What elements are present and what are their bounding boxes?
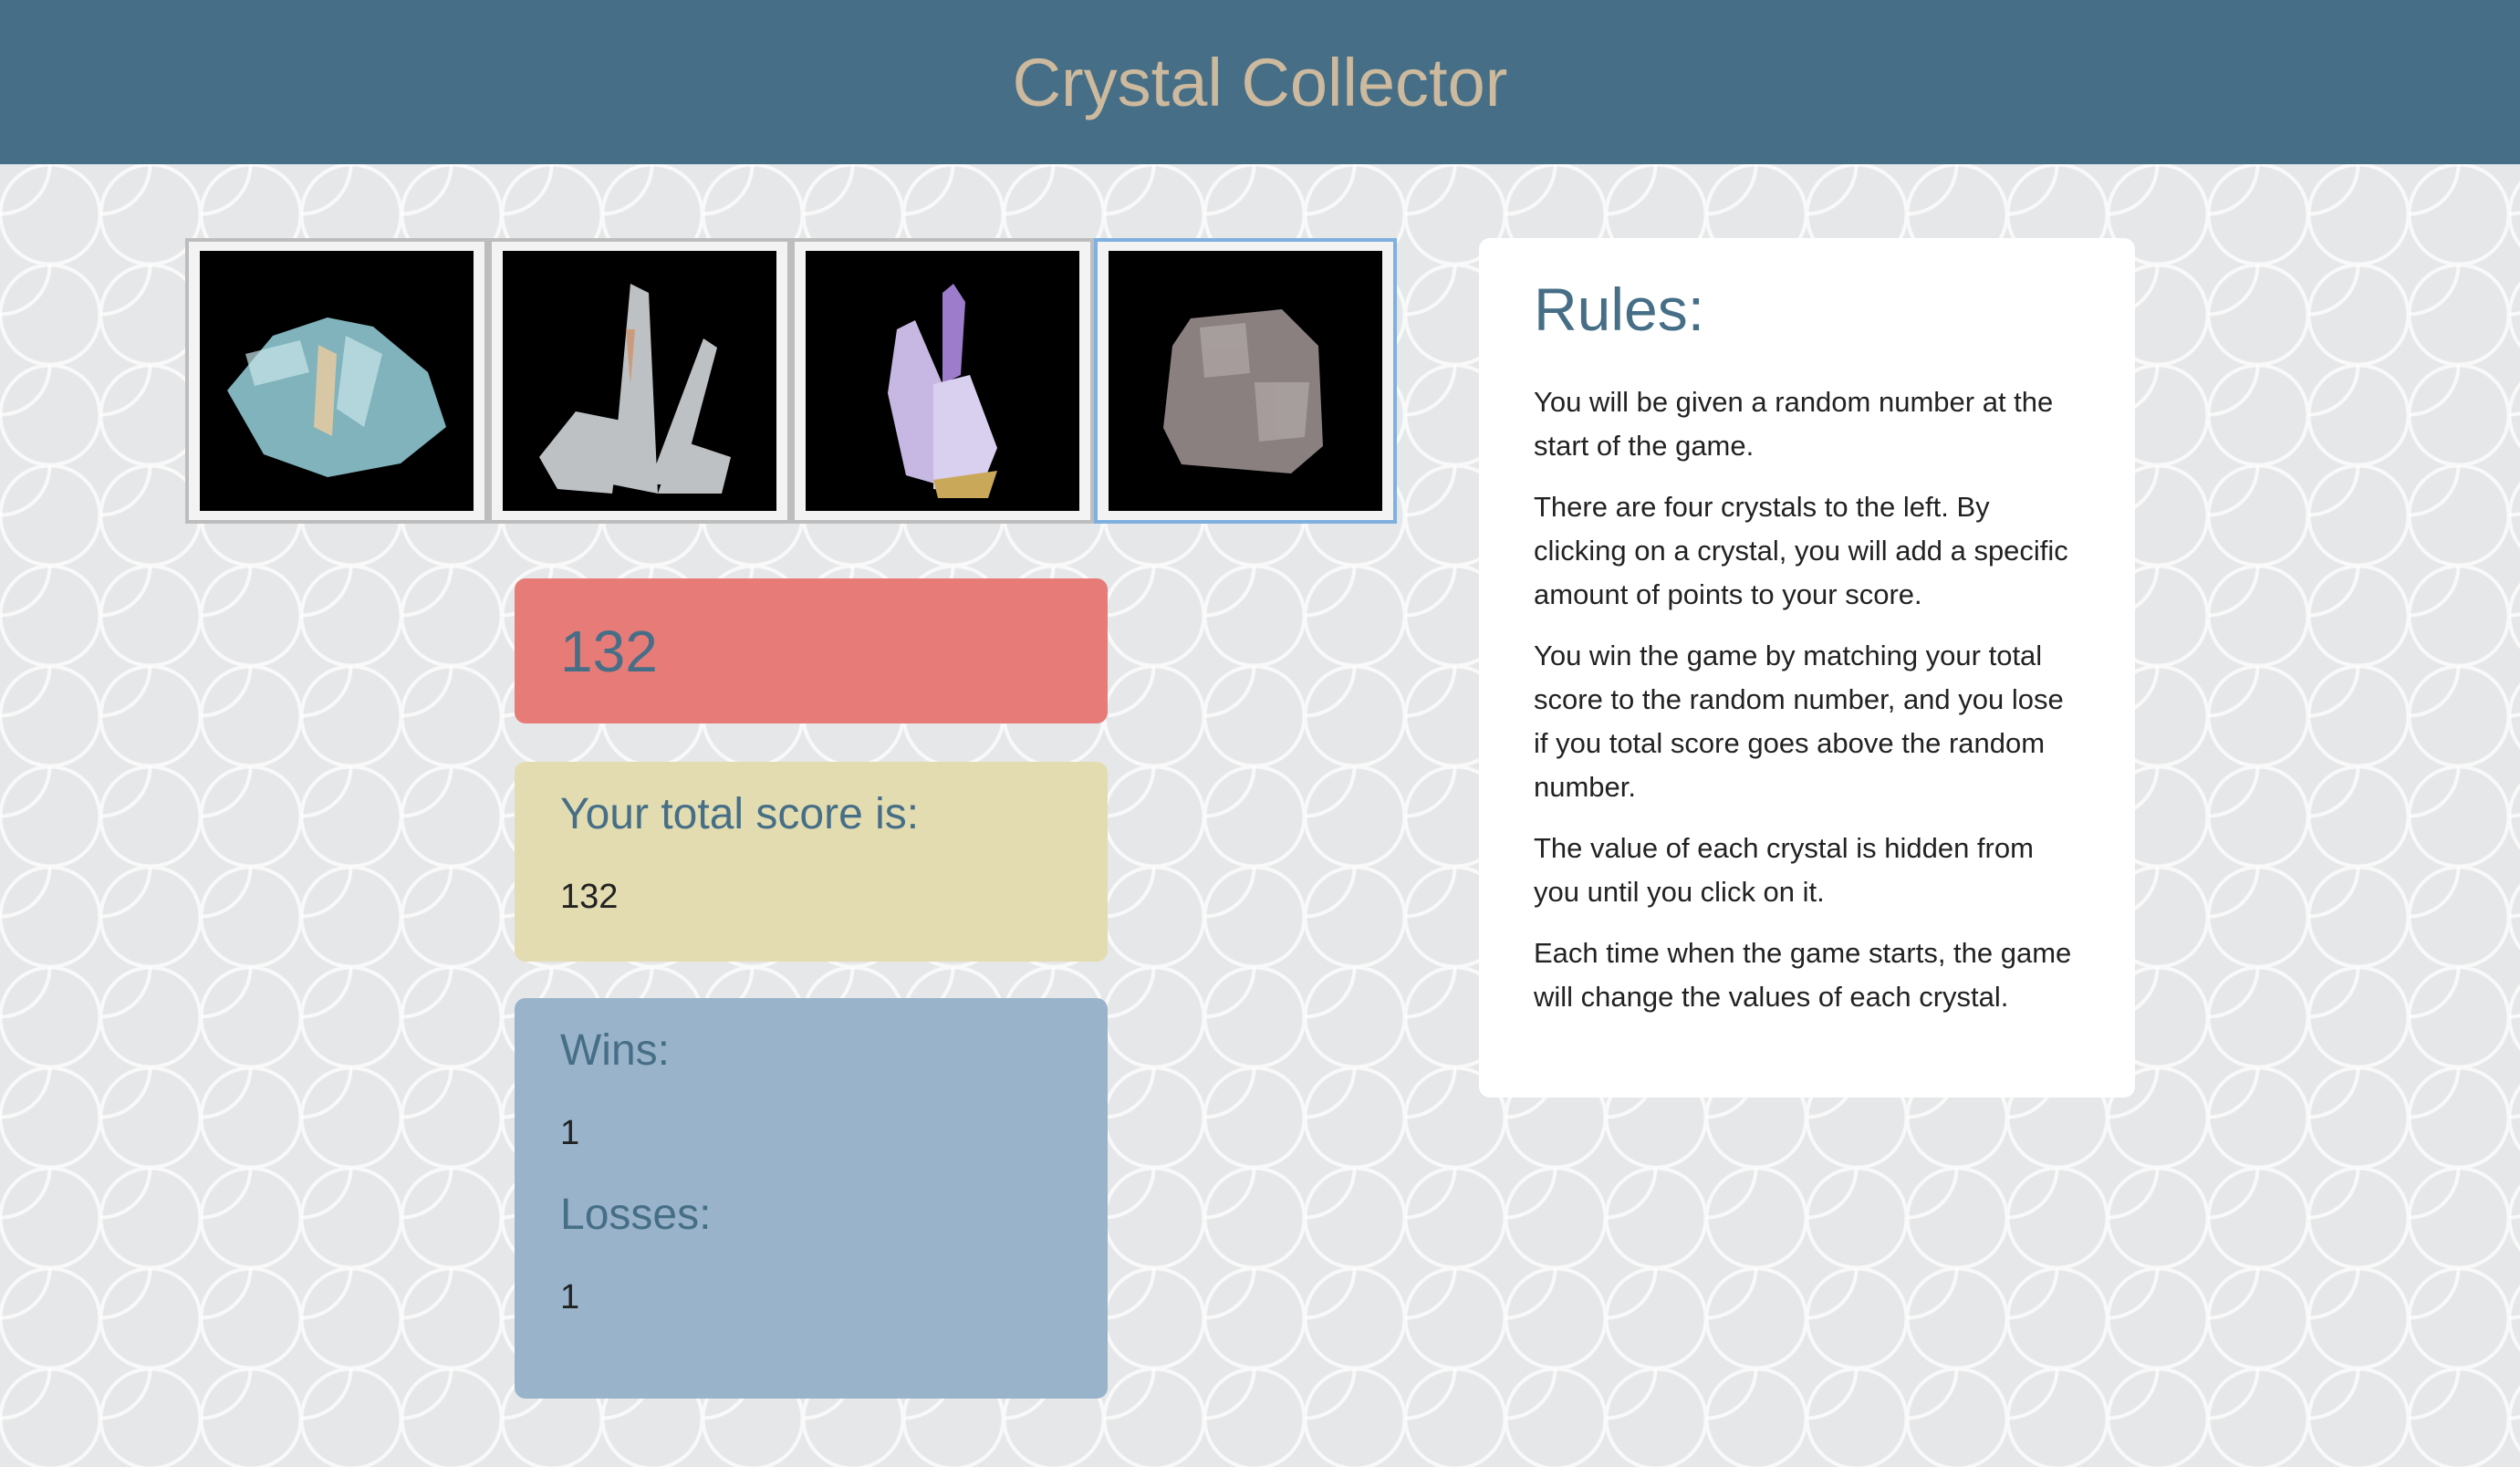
rule-text: You win the game by matching your total …	[1534, 640, 2064, 803]
record-panel: Wins: 1 Losses: 1	[515, 998, 1108, 1399]
rule-text: Each time when the game starts, the game…	[1534, 937, 2072, 1013]
crystal-button-amethyst[interactable]	[791, 238, 1094, 524]
crystal-button-fluorite[interactable]	[1094, 238, 1397, 524]
rule-text: There are four crystals to the left. By …	[1534, 491, 2068, 610]
rule-text: You will be given a random number at the…	[1534, 386, 2054, 462]
rules-title: Rules:	[1534, 276, 1705, 343]
crystal-image	[503, 251, 776, 511]
crystal-image	[1109, 251, 1382, 511]
wins-value: 1	[560, 1114, 580, 1152]
losses-label: Losses:	[560, 1191, 712, 1239]
score-panel: Your total score is: 132	[515, 762, 1108, 962]
crystal-button-quartz[interactable]	[488, 238, 791, 524]
wins-label: Wins:	[560, 1026, 670, 1075]
crystal-row	[185, 238, 1397, 524]
losses-value: 1	[560, 1278, 580, 1316]
app-title: Crystal Collector	[1012, 44, 1508, 120]
crystal-image	[806, 251, 1079, 511]
crystal-image	[200, 251, 474, 511]
rules-panel: Rules: You will be given a random number…	[1479, 238, 2135, 1098]
target-number: 132	[560, 618, 658, 684]
score-label: Your total score is:	[560, 790, 920, 838]
score-value: 132	[560, 878, 619, 916]
target-number-panel: 132	[515, 578, 1108, 723]
rule-text: The value of each crystal is hidden from…	[1534, 832, 2034, 908]
app-header: Crystal Collector	[0, 0, 2520, 164]
crystal-button-aquamarine[interactable]	[185, 238, 488, 524]
